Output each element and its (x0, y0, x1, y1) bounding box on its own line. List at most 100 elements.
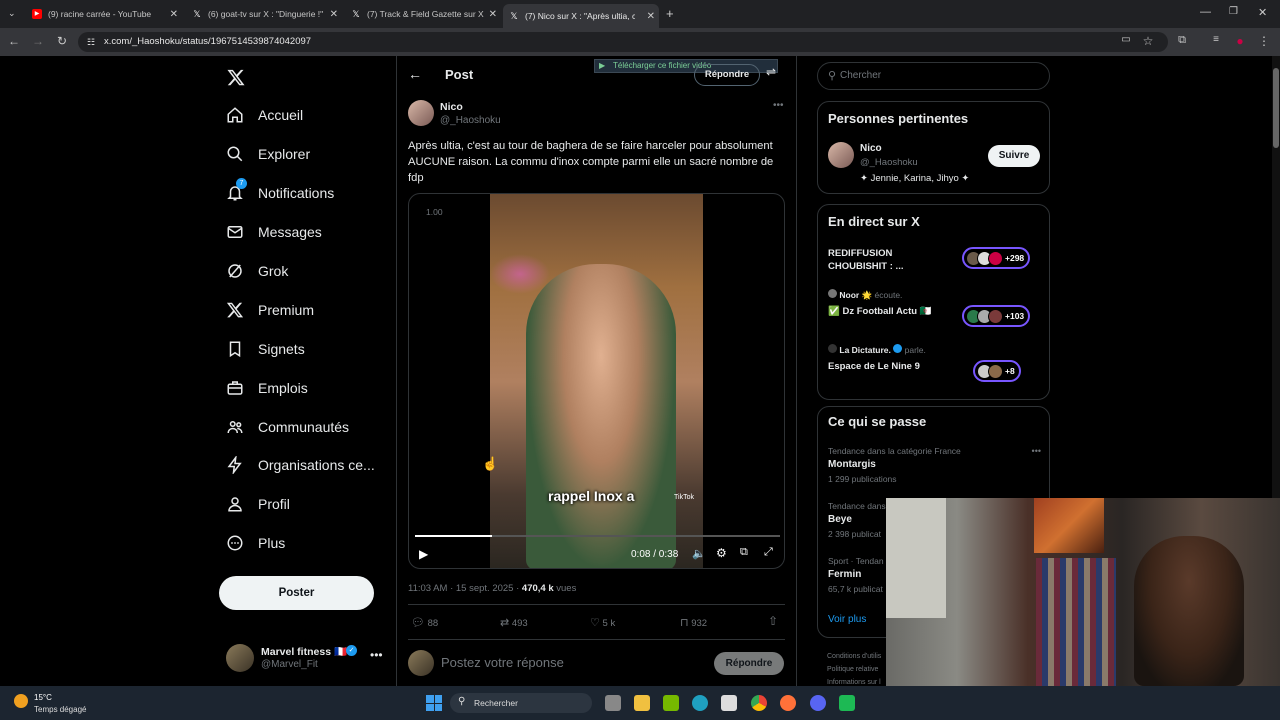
back-icon[interactable]: ← (6, 34, 22, 48)
search-input[interactable]: ⚲ Chercher (817, 62, 1050, 90)
close-icon[interactable]: ✕ (489, 9, 497, 20)
nav-item-communautes[interactable]: Communautés (226, 412, 349, 442)
bookmark-action[interactable]: ⊓ 932 (680, 616, 707, 629)
post-timestamp[interactable]: 11:03 AM · 15 sept. 2025 · (408, 583, 522, 594)
weather-icon[interactable] (14, 694, 28, 708)
tab-goat-tv[interactable]: 𝕏 (6) goat-tv sur X : "Dinguerie !" ✕ (186, 4, 342, 24)
header-reply-button[interactable]: Répondre (694, 64, 760, 86)
scrollbar-thumb[interactable] (1273, 68, 1279, 148)
relevant-name[interactable]: Nico (860, 143, 882, 154)
tab-search-icon[interactable]: ⌄ (8, 8, 16, 19)
app-icon[interactable] (839, 695, 855, 711)
nav-item-signets[interactable]: Signets (226, 334, 305, 364)
new-tab-icon[interactable]: + (666, 6, 674, 21)
x-icon: 𝕏 (193, 9, 201, 19)
relevant-avatar[interactable] (828, 142, 854, 168)
account-switcher[interactable]: Marvel fitness 🇫🇷 ✓ @Marvel_Fit ••• (226, 642, 386, 674)
maximize-icon[interactable]: ❐ (1229, 6, 1238, 17)
webcam-person (1134, 536, 1244, 686)
live-item[interactable]: Noor 🌟 écoute. ✅ Dz Football Actu 🇩🇿 +10… (828, 288, 1043, 328)
meta-divider (408, 604, 785, 605)
tab-nico[interactable]: 𝕏 (7) Nico sur X : "Après ultia, c'es ✕ (503, 4, 659, 28)
bolt-icon (227, 456, 242, 474)
nav-item-premium[interactable]: Premium (226, 295, 314, 325)
pip-icon[interactable]: ⧉ (740, 546, 748, 559)
back-arrow-icon[interactable]: ← (408, 66, 422, 82)
poster-button[interactable]: Poster (219, 576, 374, 610)
author-handle[interactable]: @_Haoshoku (440, 115, 501, 126)
windows-start-icon[interactable] (426, 695, 442, 711)
close-icon[interactable]: ✕ (330, 9, 338, 20)
relevant-people-card: Personnes pertinentes Nico @_Haoshoku ✦ … (817, 101, 1050, 194)
video-player[interactable]: 1.00 rappel Inox a TikTok ▶ 0:08 / 0:38 … (408, 193, 785, 569)
tab-youtube[interactable]: ▶ (9) racine carrée - YouTube ✕ (26, 4, 182, 24)
reload-icon[interactable]: ↻ (54, 34, 70, 48)
search-icon: ⚲ (828, 70, 837, 82)
nav-item-grok[interactable]: Grok (226, 256, 288, 286)
tab-track-field[interactable]: 𝕏 (7) Track & Field Gazette sur X ✕ (345, 4, 501, 24)
forward-icon[interactable]: → (30, 34, 46, 48)
reply-submit-button[interactable]: Répondre (714, 652, 784, 675)
play-icon[interactable]: ▶ (419, 547, 428, 561)
like-action[interactable]: ♡ 5 k (590, 616, 615, 629)
live-item[interactable]: REDIFFUSION CHOUBISHIT : ... +298 (828, 245, 1043, 277)
discord-icon[interactable] (810, 695, 826, 711)
reply-action[interactable]: 💬︎ 88 (411, 616, 438, 629)
nav-item-profil[interactable]: Profil (226, 489, 290, 519)
minimize-icon[interactable]: — (1200, 6, 1211, 18)
nvidia-icon[interactable] (663, 695, 679, 711)
more-icon[interactable]: ••• (370, 648, 383, 662)
live-item[interactable]: La Dictature. parle. Espace de Le Nine 9… (828, 343, 1043, 383)
media-icon[interactable]: ≡ (1208, 34, 1224, 45)
nav-item-notifications[interactable]: 7 Notifications (226, 178, 334, 208)
nav-item-explorer[interactable]: Explorer (226, 139, 310, 169)
store-icon[interactable] (721, 695, 737, 711)
task-view-icon[interactable] (605, 695, 621, 711)
repost-action[interactable]: ⇄ 493 (500, 616, 528, 629)
share-icon[interactable]: ⇧ (768, 614, 778, 628)
menu-icon[interactable]: ⋮ (1256, 34, 1272, 48)
profile-icon[interactable]: ● (1232, 34, 1248, 48)
follow-button[interactable]: Suivre (988, 145, 1040, 167)
volume-icon[interactable]: 🔈 (692, 547, 706, 560)
author-name[interactable]: Nico (440, 101, 463, 113)
nav-item-plus[interactable]: Plus (226, 528, 285, 558)
cast-icon[interactable]: ▭ (1118, 34, 1134, 45)
settings-gear-icon[interactable]: ⚙ (716, 546, 727, 560)
see-more-link[interactable]: Voir plus (828, 614, 866, 625)
url-bar[interactable]: ☷ x.com/_Haoshoku/status/196751453987404… (78, 32, 1168, 52)
chrome-icon[interactable] (751, 695, 767, 711)
video-progress-fill (415, 535, 492, 537)
weather-temp[interactable]: 15°C (34, 693, 52, 702)
bookmark-star-icon[interactable]: ☆ (1140, 34, 1156, 48)
nav-item-emplois[interactable]: Emplois (226, 373, 308, 403)
footer-link[interactable]: Politique relative (827, 663, 881, 676)
nav-item-organisations[interactable]: Organisations ce... (226, 450, 375, 480)
browser-tab-bar: ⌄ ▶ (9) racine carrée - YouTube ✕ 𝕏 (6) … (0, 0, 1280, 28)
footer-link[interactable]: Conditions d'utilis (827, 650, 881, 663)
nav-item-messages[interactable]: Messages (226, 217, 322, 247)
taskbar-search[interactable]: ⚲ Rechercher (450, 693, 592, 713)
site-info-icon[interactable]: ☷ (87, 32, 95, 52)
repost-icon: ⇄ (500, 617, 510, 629)
composer-avatar (408, 650, 434, 676)
host-avatar (828, 289, 837, 298)
x-logo-icon[interactable] (226, 68, 246, 87)
firefox-icon[interactable] (780, 695, 796, 711)
reply-input[interactable]: Postez votre réponse (441, 655, 701, 670)
trend-item[interactable]: Tendance dans la catégorie France Montar… (828, 446, 1043, 484)
author-avatar[interactable] (408, 100, 434, 126)
fullscreen-icon[interactable]: ⤢ (764, 546, 773, 559)
close-icon[interactable]: ✕ (170, 9, 178, 20)
file-explorer-icon[interactable] (634, 695, 650, 711)
post-more-icon[interactable]: ••• (773, 100, 784, 111)
edge-icon[interactable] (692, 695, 708, 711)
nav-item-accueil[interactable]: Accueil (226, 100, 303, 130)
tiktok-watermark: TikTok (674, 494, 694, 501)
close-icon[interactable]: ✕ (647, 11, 655, 22)
window-close-icon[interactable]: ✕ (1258, 6, 1267, 19)
video-progress-track[interactable] (415, 535, 780, 537)
extensions-icon[interactable]: ⧉ (1174, 34, 1190, 47)
settings-sliders-icon[interactable]: ⇌ (766, 65, 776, 79)
trend-more-icon[interactable]: ••• (1032, 446, 1041, 456)
